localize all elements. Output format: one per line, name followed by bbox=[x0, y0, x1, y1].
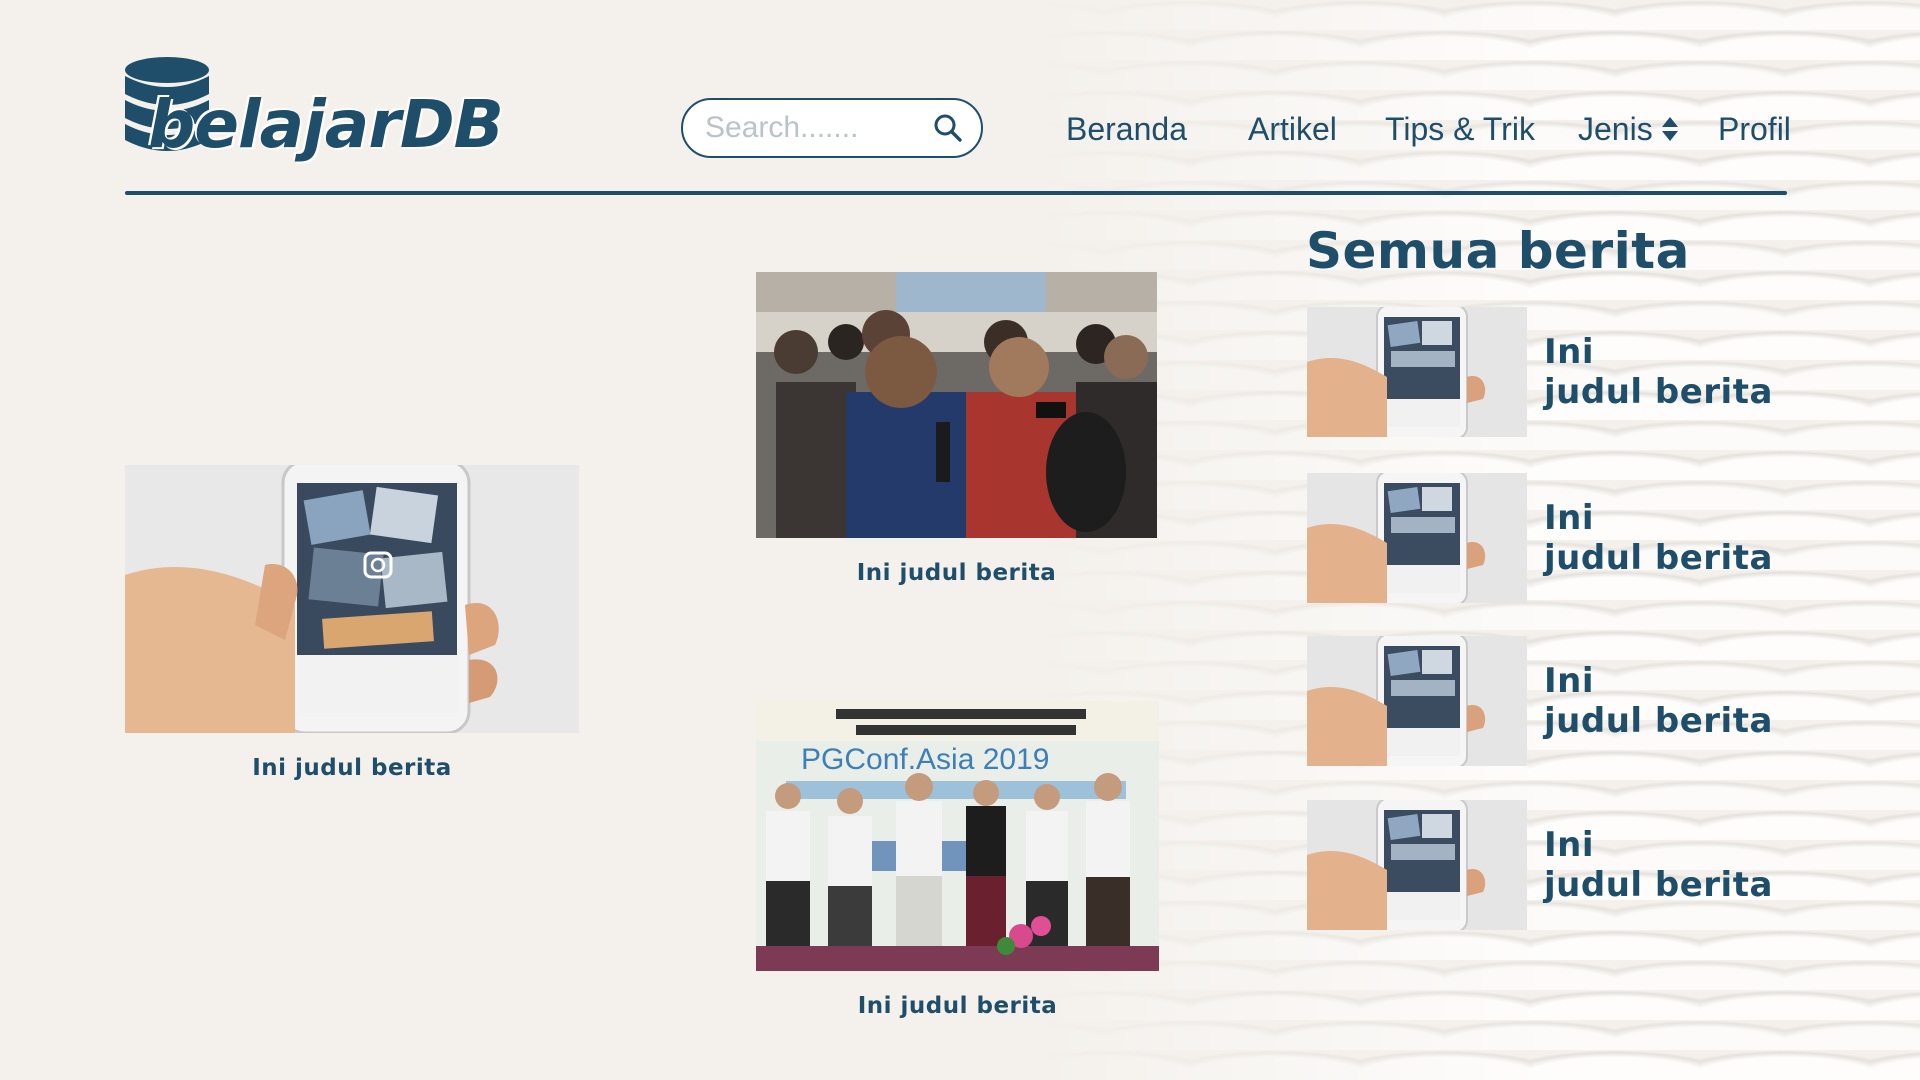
news-title-line: judul berita bbox=[1544, 538, 1773, 578]
news-title-line: judul berita bbox=[1544, 865, 1773, 905]
news-title-line: judul berita bbox=[1544, 372, 1773, 412]
featured-card[interactable]: PGConf.Asia 2019 Ini judul berita bbox=[756, 701, 1159, 1019]
banner-text: PGConf.Asia 2019 bbox=[801, 743, 1049, 776]
nav-jenis[interactable]: Jenis bbox=[1578, 111, 1679, 148]
news-list-item[interactable]: Ini judul berita bbox=[1307, 307, 1787, 437]
news-title[interactable]: Ini judul berita bbox=[1544, 661, 1773, 741]
nav-beranda[interactable]: Beranda bbox=[1066, 111, 1187, 148]
news-title[interactable]: Ini judul berita bbox=[1544, 498, 1773, 578]
news-title-line: judul berita bbox=[1544, 701, 1773, 741]
featured-card[interactable]: Ini judul berita bbox=[125, 465, 579, 781]
nav-profil[interactable]: Profil bbox=[1718, 111, 1791, 148]
news-image-phone bbox=[125, 465, 579, 733]
news-image-pgconf: PGConf.Asia 2019 bbox=[756, 701, 1159, 971]
nav-tips-trik[interactable]: Tips & Trik bbox=[1385, 111, 1535, 148]
news-list-item[interactable]: Ini judul berita bbox=[1307, 636, 1787, 766]
news-image-crowd bbox=[756, 272, 1157, 538]
news-list-item[interactable]: Ini judul berita bbox=[1307, 800, 1787, 930]
news-title-line: Ini bbox=[1544, 332, 1595, 372]
news-title-line: Ini bbox=[1544, 661, 1595, 701]
news-thumb-phone bbox=[1307, 800, 1527, 930]
news-thumb-phone bbox=[1307, 307, 1527, 437]
featured-caption[interactable]: Ini judul berita bbox=[756, 560, 1157, 586]
section-title: Semua berita bbox=[1306, 222, 1690, 280]
main-nav: Beranda Artikel Tips & Trik Jenis Profil bbox=[0, 104, 1920, 154]
news-title-line: Ini bbox=[1544, 825, 1595, 865]
news-title-line: Ini bbox=[1544, 498, 1595, 538]
news-title[interactable]: Ini judul berita bbox=[1544, 825, 1773, 905]
featured-caption[interactable]: Ini judul berita bbox=[125, 755, 579, 781]
header-divider bbox=[125, 191, 1787, 195]
news-thumb-phone bbox=[1307, 473, 1527, 603]
nav-jenis-label: Jenis bbox=[1578, 110, 1653, 147]
news-thumb-phone bbox=[1307, 636, 1527, 766]
featured-caption[interactable]: Ini judul berita bbox=[756, 993, 1159, 1019]
news-title[interactable]: Ini judul berita bbox=[1544, 332, 1773, 412]
nav-artikel[interactable]: Artikel bbox=[1248, 111, 1337, 148]
sort-updown-icon bbox=[1661, 117, 1678, 141]
featured-card[interactable]: Ini judul berita bbox=[756, 272, 1157, 586]
news-list-item[interactable]: Ini judul berita bbox=[1307, 473, 1787, 603]
